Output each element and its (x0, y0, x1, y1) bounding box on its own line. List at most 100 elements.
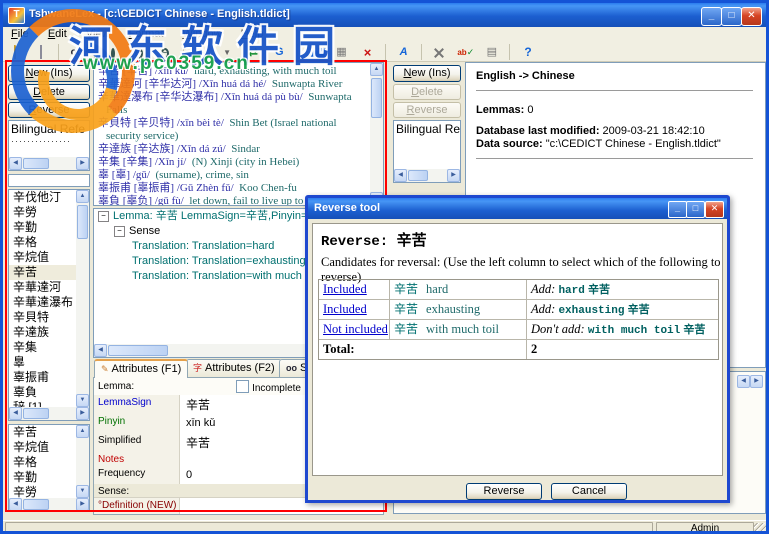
dialog-minimize-button[interactable]: _ (668, 201, 687, 218)
included-link[interactable]: Included (323, 282, 367, 296)
source-line: Data source: "c:\CEDICT Chinese - Englis… (476, 138, 721, 150)
preview-entry: 辛華達瀑布 [辛华达瀑布] /Xīn huá dá pù bù/ Sunwapt… (98, 91, 352, 116)
title-bar: T TshwaneLex - [c:\CEDICT Chinese - Engl… (3, 3, 766, 27)
app-icon: T (8, 7, 25, 24)
secondary-list-item[interactable]: 辛勤 (9, 470, 76, 485)
zoom-out-icon[interactable]: − (154, 44, 175, 62)
included-link[interactable]: Included (323, 302, 367, 316)
print-icon[interactable] (30, 44, 51, 62)
delete-icon[interactable]: × (357, 44, 378, 62)
scroll-right-icon: ▶ (76, 407, 89, 420)
left-filter-box[interactable] (8, 174, 90, 187)
right-reference-list[interactable]: Bilingual Refe ◀ ▶ (393, 120, 461, 183)
open-icon[interactable] (4, 44, 25, 62)
reference-list-selection[interactable]: ··············· (9, 136, 89, 146)
add-lemma-icon[interactable]: + (191, 44, 212, 62)
preview-entry: 辛達族 [辛达族] /Xīn dá zú/ Sindar (98, 143, 260, 155)
lemma-list-item[interactable]: 辛格 (9, 235, 76, 250)
left-reference-list[interactable]: Bilingual Refe ··············· ◀ ▶ (8, 120, 90, 171)
divider (476, 90, 753, 94)
minimize-button[interactable]: _ (701, 7, 722, 26)
lemma-list-item[interactable]: 辛華達河 (9, 280, 76, 295)
lemma-list-item[interactable]: 辜振甫 (9, 370, 76, 385)
maximize-button[interactable]: □ (721, 7, 742, 26)
lemma-list-item[interactable]: 辞 [1] (9, 400, 76, 407)
menu-bar: File Edit View Format Window Help (3, 27, 766, 44)
secondary-lemma-list: 辛苦 辛烷值 辛格 辛勤 辛勞 ▲ ▼ ◀ ▶ (8, 424, 90, 512)
preview-entry: 辛華達河 [辛华达河] /Xīn huá dá hé/ Sunwapta Riv… (98, 78, 343, 90)
dialog-close-button[interactable]: ✕ (705, 201, 724, 218)
date-icon[interactable]: ▦ (331, 44, 352, 62)
resize-grip[interactable] (754, 523, 766, 531)
pencil-icon: ✎ (101, 364, 109, 374)
find-icon[interactable]: oo (66, 44, 87, 62)
left-reverse-button[interactable]: Reverse (8, 102, 90, 118)
menu-format[interactable]: Format (121, 27, 172, 43)
incomplete-checkbox[interactable] (236, 380, 249, 393)
field-label: Notes (94, 452, 180, 466)
menu-edit[interactable]: Edit (40, 27, 75, 43)
reverse-icon[interactable]: ⇄ (243, 44, 264, 62)
zoom-icon[interactable] (102, 44, 123, 62)
lemma-list-item[interactable]: 辛勞 (9, 205, 76, 220)
statistics-icon[interactable]: ▂▅▇ (305, 44, 326, 62)
scroll-down-icon: ▼ (76, 485, 89, 498)
zoom-in-icon[interactable]: + (128, 44, 149, 62)
menu-view[interactable]: View (78, 27, 118, 43)
tab-attributes-f2[interactable]: 字 Attributes (F2) (186, 359, 282, 377)
lemma-list-item[interactable]: 辛集 (9, 340, 76, 355)
dialog-maximize-button[interactable]: □ (686, 201, 705, 218)
secondary-list-item[interactable]: 辛格 (9, 455, 76, 470)
tab-attributes-f1[interactable]: ✎ Attributes (F1) (94, 359, 189, 378)
dialog-reverse-button[interactable]: Reverse (466, 483, 542, 500)
dialog-title-bar: Reverse tool _ □ ✕ (308, 198, 727, 219)
secondary-list-vscrollbar[interactable]: ▲ ▼ (76, 425, 89, 498)
spellcheck-icon[interactable]: ab✓ (455, 44, 476, 62)
secondary-list-item[interactable]: 辛烷值 (9, 440, 76, 455)
field-label: Frequency (94, 466, 180, 484)
lemma-list-item[interactable]: 辛勤 (9, 220, 76, 235)
secondary-list-item[interactable]: 辛勞 (9, 485, 76, 498)
scroll-left-icon: ◀ (394, 169, 407, 182)
preview-entry: 辛苦 [辛苦] /xīn kǔ/ hard, exhausting, with … (98, 65, 337, 77)
lemma-list: 辛伐他汀 辛勞 辛勤 辛格 辛烷值 辛苦 辛華達河 辛華達瀑布 辛貝特 辛達族 … (8, 189, 90, 421)
total-label: Total: (323, 342, 355, 356)
left-delete-button[interactable]: Delete (8, 84, 90, 100)
dialog-cancel-button[interactable]: Cancel (551, 483, 627, 500)
format-font-icon[interactable]: A (393, 44, 414, 62)
candidate-row: Included 辛苦 hard Add: hard 辛苦 (319, 280, 718, 299)
lemma-list-vscrollbar[interactable]: ▲ ▼ (76, 190, 89, 407)
total-value: 2 (526, 340, 718, 359)
lemma-list-item[interactable]: 辛華達瀑布 (9, 295, 76, 310)
scroll-up-icon: ▲ (76, 190, 89, 203)
google-icon[interactable]: G (269, 44, 290, 62)
lemma-list-item[interactable]: 辛貝特 (9, 310, 76, 325)
left-new-button[interactable]: New (Ins) (8, 65, 90, 82)
help-icon[interactable]: ? (518, 44, 539, 62)
lemma-list-item[interactable]: 辛達族 (9, 325, 76, 340)
not-included-link[interactable]: Not included (323, 322, 388, 336)
lemma-list-item[interactable]: 辠 (9, 355, 76, 370)
right-reverse-button: Reverse (393, 102, 461, 118)
secondary-list-item[interactable]: 辛苦 (9, 425, 76, 440)
close-button[interactable]: ✕ (741, 7, 762, 26)
tab-scroller[interactable]: ◀ ▶ (737, 373, 763, 388)
menu-help[interactable]: Help (233, 27, 272, 43)
reference-hscrollbar[interactable]: ◀ ▶ (394, 169, 460, 182)
filter-icon[interactable]: ▼ (217, 44, 238, 62)
lemma-list-item[interactable]: 辛烷值 (9, 250, 76, 265)
menu-window[interactable]: Window (174, 27, 229, 43)
scroll-right-icon: ▶ (750, 375, 763, 388)
lemma-list-item[interactable]: 辜負 (9, 385, 76, 400)
lemma-list-item[interactable]: 辛伐他汀 (9, 190, 76, 205)
export-icon[interactable]: ▤ (481, 44, 502, 62)
secondary-list-hscrollbar[interactable]: ◀ ▶ (9, 498, 89, 511)
lemma-list-hscrollbar[interactable]: ◀ ▶ (9, 407, 89, 420)
tools-icon[interactable] (429, 44, 450, 62)
right-new-button[interactable]: New (Ins) (393, 65, 461, 82)
menu-file[interactable]: File (3, 27, 37, 43)
reference-hscrollbar[interactable]: ◀ ▶ (9, 157, 89, 170)
field-label: Pinyin (94, 414, 180, 433)
preview-vscrollbar[interactable]: ▲ ▼ (370, 63, 383, 205)
lemma-list-item-selected[interactable]: 辛苦 (9, 265, 76, 280)
